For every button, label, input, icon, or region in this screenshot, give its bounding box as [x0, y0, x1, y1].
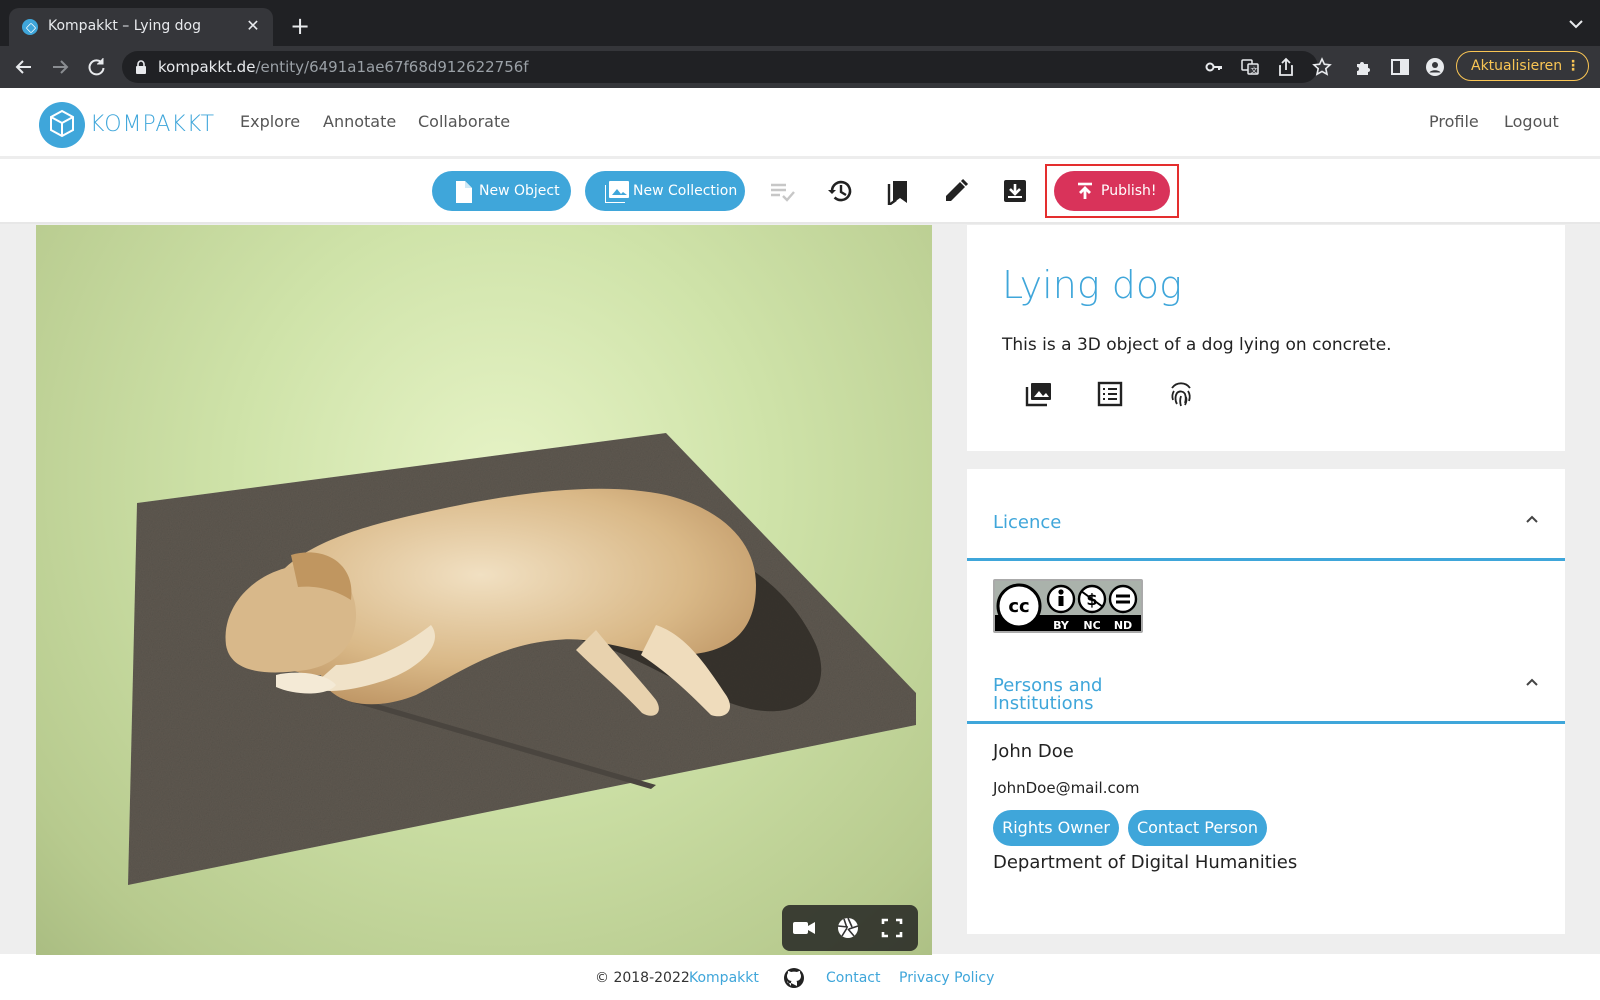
- browser-toolbar: kompakkt.de/entity/6491a1ae67f68d9126227…: [0, 46, 1600, 88]
- kompakkt-favicon-icon: [22, 19, 38, 35]
- cc-license-graphic: cc $ BY NC ND: [995, 581, 1141, 632]
- viewer-controls: [782, 905, 918, 951]
- aperture-icon[interactable]: [836, 917, 860, 939]
- image-collection-icon: [605, 181, 629, 203]
- footer-privacy-link[interactable]: Privacy Policy: [899, 970, 994, 986]
- object-title: Lying dog: [1002, 263, 1182, 307]
- close-tab-icon[interactable]: ✕: [243, 16, 263, 36]
- new-collection-button[interactable]: New Collection: [585, 171, 745, 211]
- password-key-icon[interactable]: [1204, 57, 1224, 77]
- url-host: kompakkt.de: [158, 58, 256, 76]
- image-gallery-icon[interactable]: [1025, 380, 1053, 408]
- metadata-list-icon[interactable]: [1096, 380, 1124, 408]
- camera-icon[interactable]: [792, 917, 816, 939]
- history-icon[interactable]: [826, 177, 854, 205]
- person-name: John Doe: [993, 741, 1074, 762]
- translate-icon[interactable]: 文: [1240, 57, 1260, 77]
- nav-annotate[interactable]: Annotate: [323, 112, 396, 131]
- cc-term-nc: NC: [1083, 619, 1100, 631]
- nav-collaborate[interactable]: Collaborate: [418, 112, 510, 131]
- kompakkt-logo-icon: [39, 102, 85, 148]
- bookmark-icon[interactable]: [884, 177, 912, 205]
- metadata-card: Licence cc $ BY NC ND Persons and Instit…: [967, 469, 1565, 934]
- object-details-card: Lying dog This is a 3D object of a dog l…: [967, 225, 1565, 451]
- file-icon: [456, 181, 472, 203]
- publish-label: Publish!: [1101, 183, 1157, 199]
- persons-heading-line2: Institutions: [993, 693, 1094, 714]
- role-chip-rights-owner[interactable]: Rights Owner: [993, 810, 1119, 846]
- kompakkt-logo[interactable]: KOMPAKKT: [38, 101, 214, 149]
- licence-section-header[interactable]: Licence: [967, 469, 1565, 561]
- tab-search-chevron-icon[interactable]: [1566, 14, 1586, 34]
- extensions-puzzle-icon[interactable]: [1354, 57, 1374, 77]
- forward-arrow-icon[interactable]: [47, 54, 73, 80]
- chevron-up-icon[interactable]: [1523, 510, 1541, 528]
- cc-term-by: BY: [1053, 619, 1070, 631]
- update-label: Aktualisieren: [1471, 58, 1563, 74]
- lock-icon: [136, 60, 146, 74]
- checklist-icon[interactable]: [768, 177, 796, 205]
- nav-explore[interactable]: Explore: [240, 112, 300, 131]
- new-tab-button[interactable]: +: [287, 14, 313, 40]
- side-panel-icon[interactable]: [1390, 57, 1410, 77]
- 3d-scene-canvas[interactable]: [36, 225, 932, 955]
- footer-contact-link[interactable]: Contact: [826, 970, 880, 986]
- profile-avatar-icon[interactable]: [1425, 57, 1445, 77]
- nav-profile[interactable]: Profile: [1429, 112, 1479, 131]
- publish-button[interactable]: Publish!: [1054, 171, 1170, 211]
- share-icon[interactable]: [1276, 57, 1296, 77]
- tab-title: Kompakkt – Lying dog: [48, 18, 201, 34]
- logo-wordmark: KOMPAKKT: [90, 112, 216, 137]
- address-bar[interactable]: kompakkt.de/entity/6491a1ae67f68d9126227…: [122, 51, 1332, 83]
- role-chip-contact-person[interactable]: Contact Person: [1128, 810, 1267, 846]
- object-description: This is a 3D object of a dog lying on co…: [1002, 335, 1392, 355]
- new-object-label: New Object: [479, 183, 560, 199]
- institution-name: Department of Digital Humanities: [993, 852, 1298, 873]
- site-footer: © 2018-2022 Kompakkt Contact Privacy Pol…: [0, 955, 1600, 1000]
- browser-tab[interactable]: Kompakkt – Lying dog ✕: [9, 8, 273, 46]
- reload-icon[interactable]: [83, 54, 109, 80]
- new-object-button[interactable]: New Object: [432, 171, 571, 211]
- cc-term-nd: ND: [1114, 619, 1132, 631]
- fullscreen-icon[interactable]: [880, 917, 904, 939]
- new-collection-label: New Collection: [633, 183, 738, 199]
- cc-symbol-text: cc: [1008, 596, 1029, 617]
- cc-by-nc-nd-license-badge: cc $ BY NC ND: [993, 579, 1143, 633]
- update-chrome-button[interactable]: Aktualisieren ⋮: [1456, 51, 1589, 81]
- copyright-text: © 2018-2022: [595, 970, 690, 986]
- url-text[interactable]: kompakkt.de/entity/6491a1ae67f68d9126227…: [158, 58, 529, 76]
- bookmark-star-icon[interactable]: [1312, 57, 1332, 77]
- download-box-icon[interactable]: [1001, 177, 1029, 205]
- publish-upload-icon: [1078, 182, 1092, 199]
- persons-section-header[interactable]: Persons and Institutions: [967, 632, 1565, 724]
- chevron-up-icon[interactable]: [1523, 673, 1541, 691]
- github-icon[interactable]: [783, 967, 805, 989]
- licence-heading: Licence: [993, 512, 1062, 533]
- person-email: JohnDoe@mail.com: [993, 779, 1140, 797]
- back-arrow-icon[interactable]: [11, 54, 37, 80]
- svg-text:文: 文: [1251, 66, 1258, 75]
- footer-kompakkt-link[interactable]: Kompakkt: [689, 970, 759, 986]
- 3d-viewer[interactable]: [36, 225, 932, 955]
- url-path: /entity/6491a1ae67f68d912622756f: [255, 58, 529, 76]
- fingerprint-icon[interactable]: [1167, 380, 1195, 408]
- site-header: KOMPAKKT Explore Annotate Collaborate Pr…: [0, 88, 1600, 159]
- edit-pencil-icon[interactable]: [942, 177, 970, 205]
- browser-menu-icon[interactable]: ⋮: [1566, 52, 1580, 80]
- browser-tab-strip: Kompakkt – Lying dog ✕ +: [0, 0, 1600, 46]
- nav-logout[interactable]: Logout: [1504, 112, 1559, 131]
- action-toolbar: New Object New Collection Publish!: [0, 162, 1600, 224]
